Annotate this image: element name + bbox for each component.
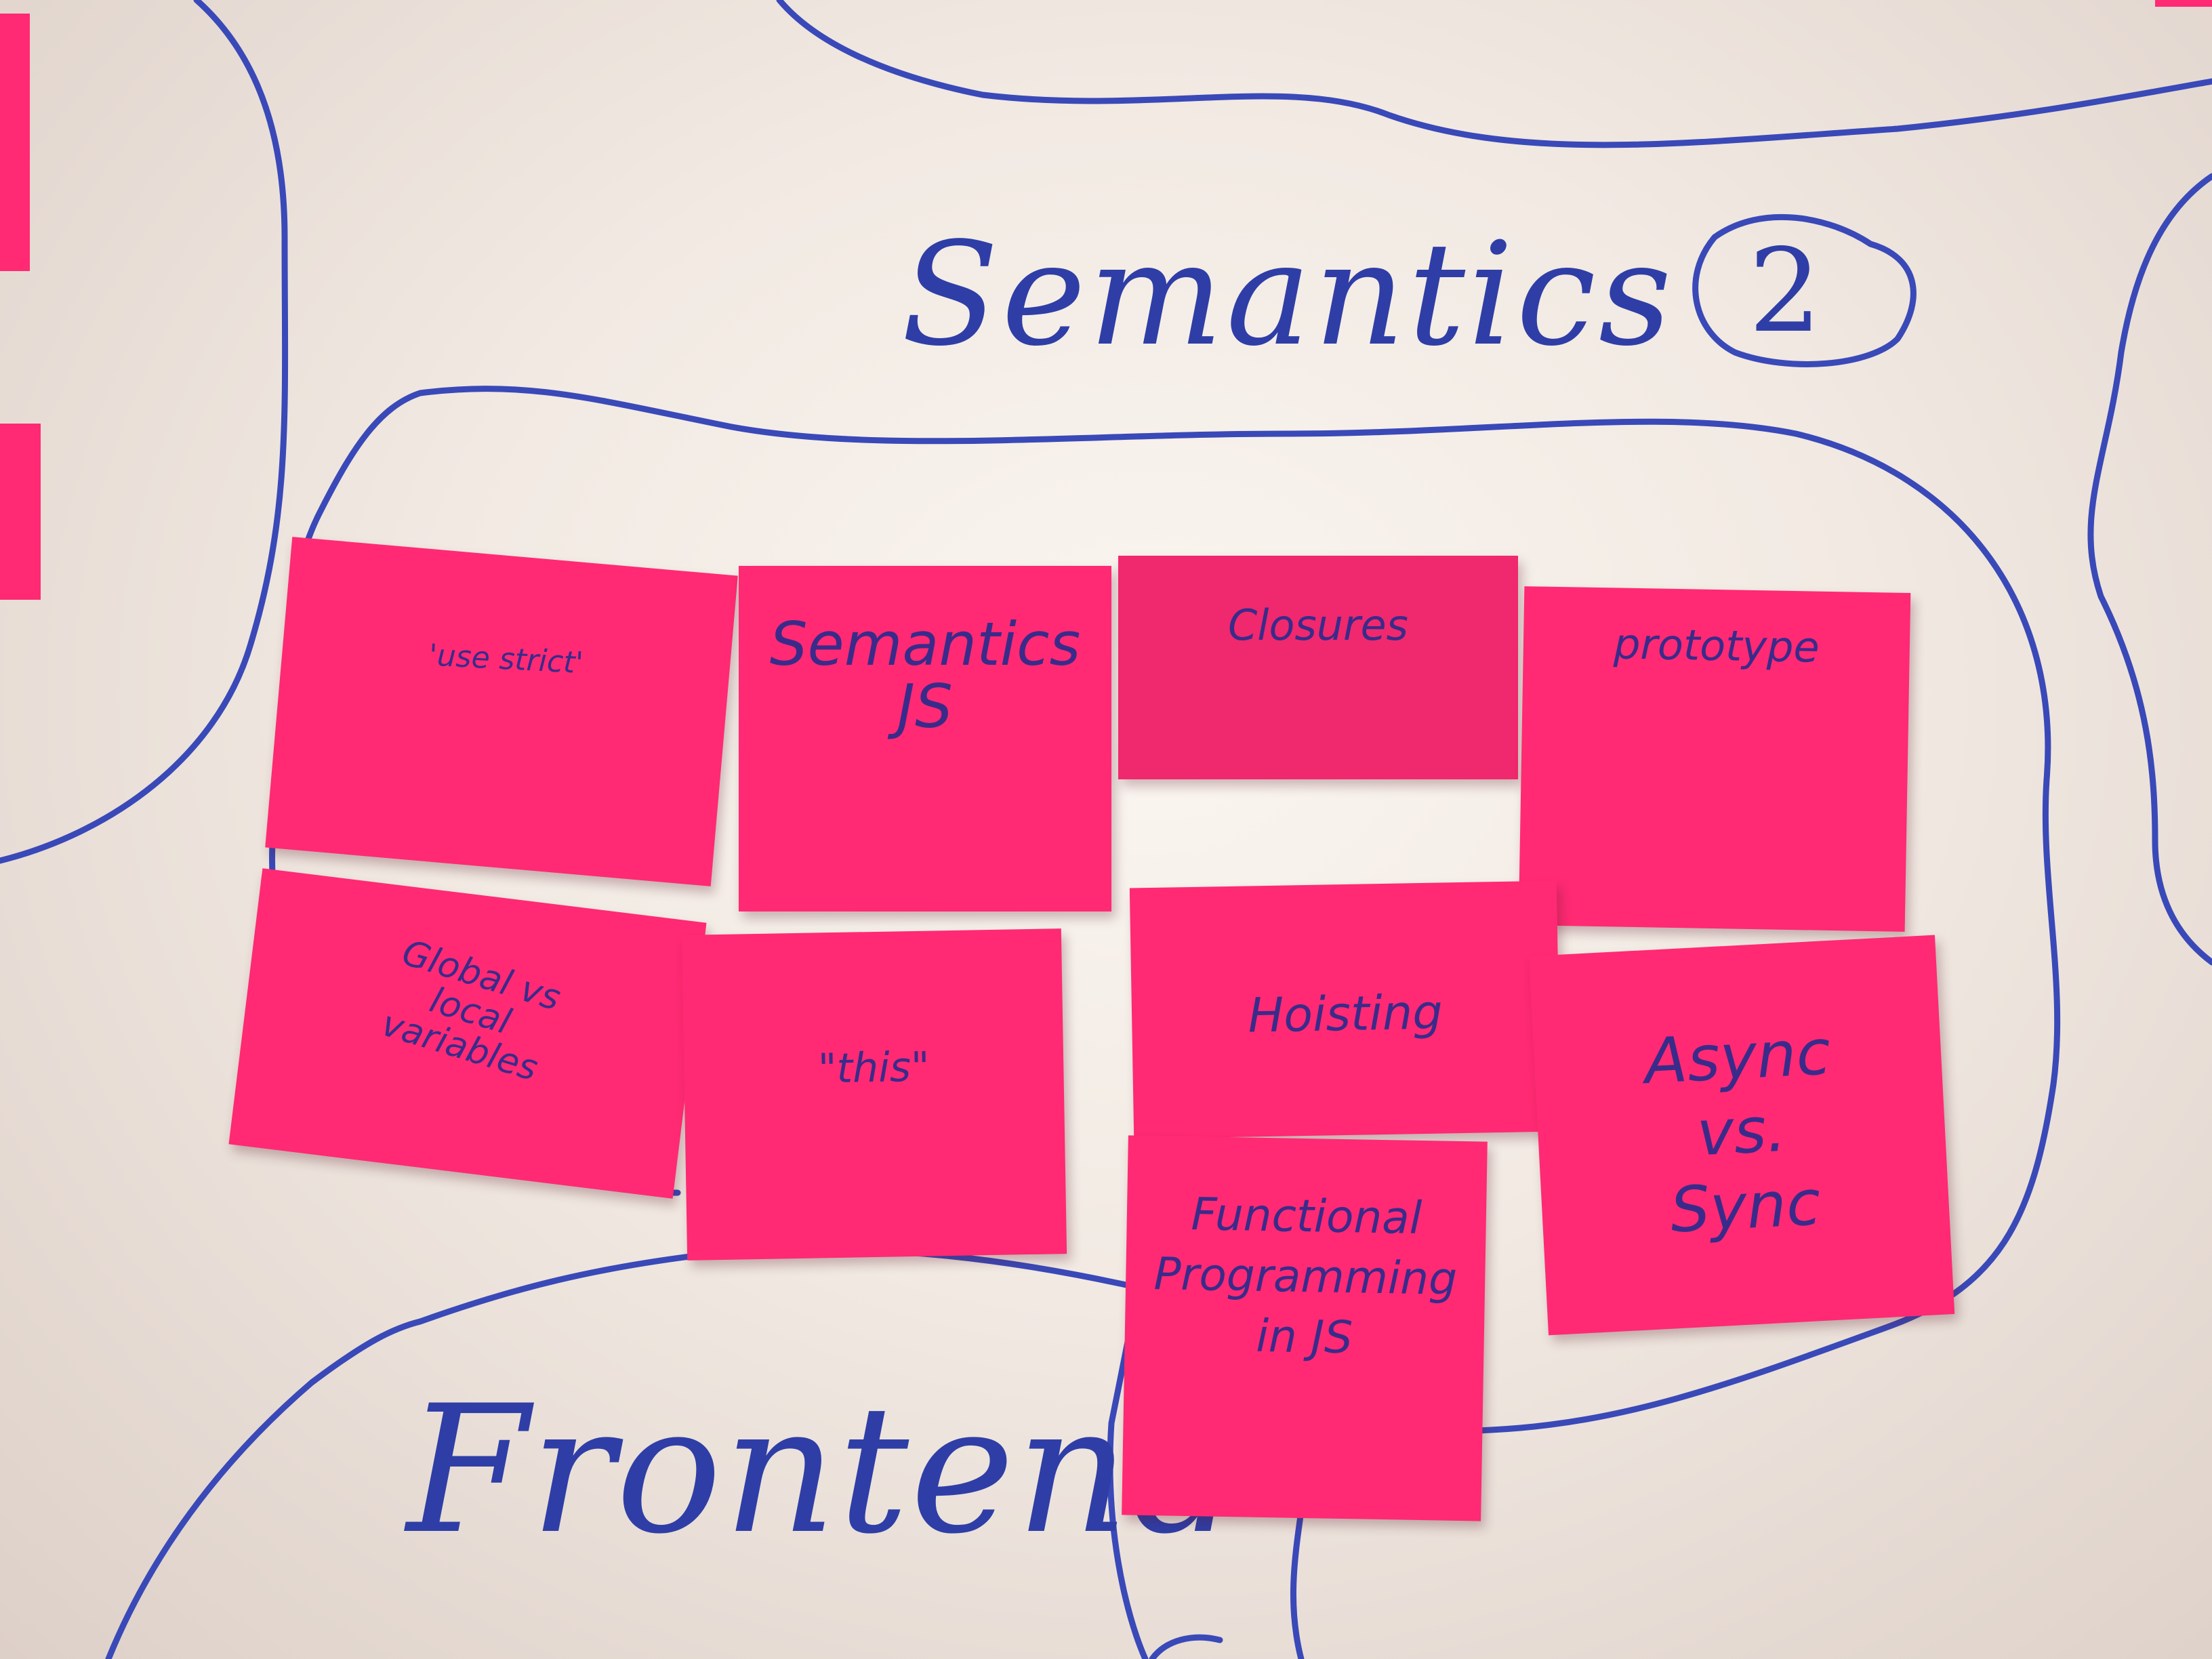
partial-sticky-note-mid-left — [0, 424, 41, 600]
heading-badge-number: 2 — [1748, 224, 1822, 359]
partial-sticky-note-top-right — [2155, 0, 2212, 7]
note-label: Async vs. Sync — [1643, 1016, 1832, 1247]
note-label: prototype — [1613, 619, 1820, 672]
sticky-note-this: "this" — [681, 928, 1067, 1261]
note-label: Closures — [1228, 600, 1408, 650]
sticky-note-closures: Closures — [1118, 556, 1518, 779]
note-label: 'use strict' — [428, 638, 584, 681]
right-cloud-boundary — [2087, 173, 2212, 966]
frontend-cloud-inner-line — [1290, 1508, 1305, 1659]
sticky-note-semantics-js: Semantics JS — [739, 566, 1111, 912]
frontend-heading: Frontend — [407, 1368, 1245, 1573]
frontend-badge-partial — [1149, 1634, 1223, 1659]
top-cloud-boundary — [776, 0, 2212, 148]
note-label: Semantics JS — [769, 609, 1081, 742]
semantics-heading: Semantics — [901, 211, 1675, 377]
note-label: Hoisting — [1247, 984, 1443, 1044]
sticky-note-prototype: prototype — [1518, 586, 1911, 932]
note-label: Functional Programming in JS — [1153, 1188, 1458, 1364]
left-cloud-boundary — [0, 0, 289, 864]
sticky-note-hoisting: Hoisting — [1129, 880, 1561, 1139]
sticky-note-use-strict: 'use strict' — [265, 537, 738, 886]
partial-sticky-note-top-left — [0, 14, 30, 271]
note-label: "this" — [817, 1043, 930, 1093]
sticky-note-global-vs-local: Global vs local variables — [228, 868, 707, 1199]
sticky-note-async-vs-sync: Async vs. Sync — [1528, 935, 1955, 1336]
note-label: Global vs local variables — [377, 932, 565, 1090]
sticky-note-functional-programming: Functional Programming in JS — [1122, 1135, 1488, 1521]
